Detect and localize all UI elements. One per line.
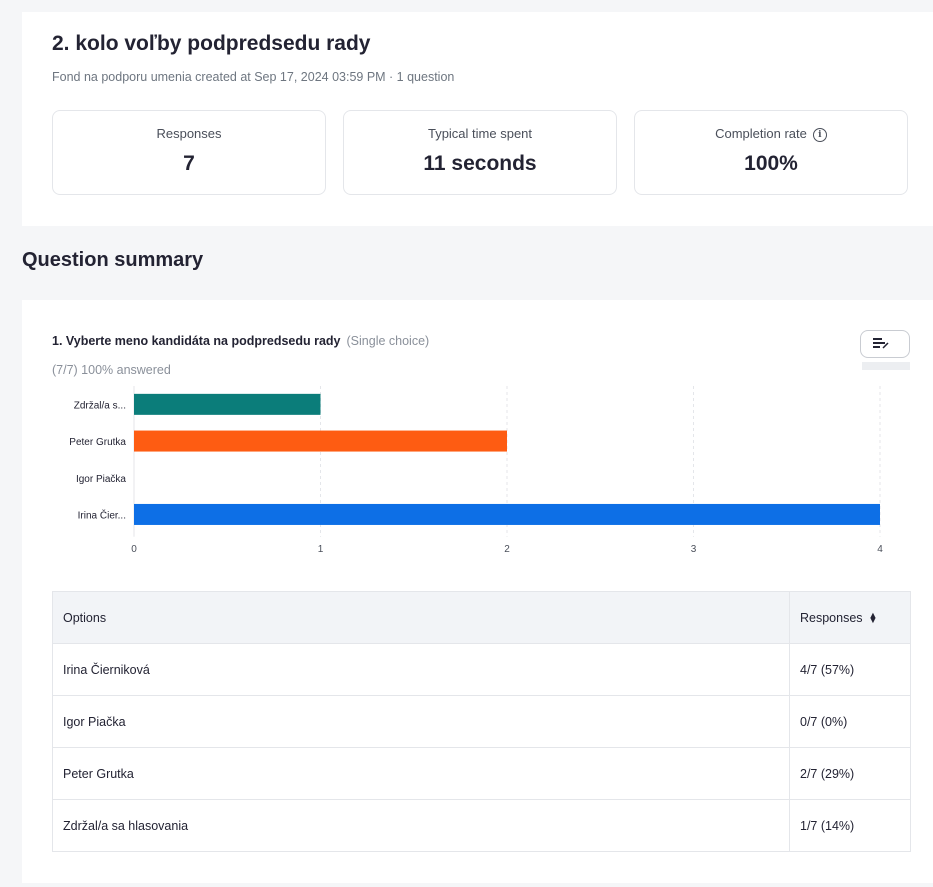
stat-completion-value: 100% xyxy=(744,152,798,175)
survey-header-card: 2. kolo voľby podpredsedu rady Fond na p… xyxy=(22,12,933,226)
chart-tick-labels: 0 1 2 3 4 xyxy=(131,544,883,555)
option-cell: Igor Piačka xyxy=(52,695,790,748)
chart-category-labels: Zdržal/a s... Peter Grutka Igor Piačka Irin… xyxy=(69,400,126,521)
stat-responses-label: Responses xyxy=(156,126,222,141)
response-cell: 4/7 (57%) xyxy=(789,643,911,696)
category-label: Zdržal/a s... xyxy=(74,400,126,411)
table-header-row: Options Responses ▲ ▼ xyxy=(52,591,911,644)
response-cell: 2/7 (29%) xyxy=(789,747,911,800)
x-tick-label: 2 xyxy=(504,544,510,555)
stat-responses-value: 7 xyxy=(183,152,195,175)
category-label: Igor Piačka xyxy=(76,474,126,485)
response-cell: 1/7 (14%) xyxy=(789,799,911,852)
options-table: Options Responses ▲ ▼ Irina Čierniková 4/7… xyxy=(52,591,911,852)
survey-title: 2. kolo voľby podpredsedu rady xyxy=(52,32,371,55)
sort-icon[interactable]: ▲ ▼ xyxy=(869,611,878,625)
category-label: Peter Grutka xyxy=(69,437,126,448)
table-row: Igor Piačka 0/7 (0%) xyxy=(52,695,911,748)
category-label: Irina Čier... xyxy=(78,508,126,521)
x-tick-label: 1 xyxy=(318,544,324,555)
response-cell: 0/7 (0%) xyxy=(789,695,911,748)
stat-time-value: 11 seconds xyxy=(423,152,537,175)
table-row: Zdržal/a sa hlasovania 1/7 (14%) xyxy=(52,799,911,852)
bar[interactable] xyxy=(134,430,507,452)
stat-time-card: Typical time spent 11 seconds xyxy=(343,110,617,195)
section-title: Question summary xyxy=(22,249,204,271)
option-cell: Peter Grutka xyxy=(52,747,790,800)
stat-responses-card: Responses 7 xyxy=(52,110,326,195)
info-icon[interactable]: i xyxy=(812,127,827,142)
x-tick-label: 3 xyxy=(691,544,697,555)
stat-completion-card: Completion rate i 100% xyxy=(634,110,908,195)
survey-subtitle: Fond na podporu umenia created at Sep 17… xyxy=(52,70,455,84)
x-tick-label: 0 xyxy=(131,544,137,555)
response-bar-chart: Zdržal/a s... Peter Grutka Igor Piačka Irin… xyxy=(69,386,883,555)
options-header: Options xyxy=(52,591,790,644)
responses-header-label: Responses xyxy=(800,610,863,625)
option-cell: Irina Čierniková xyxy=(52,643,790,696)
stat-completion-label-row: Completion rate i xyxy=(635,126,907,142)
stat-completion-label: Completion rate xyxy=(715,126,807,141)
option-cell: Zdržal/a sa hlasovania xyxy=(52,799,790,852)
table-row: Peter Grutka 2/7 (29%) xyxy=(52,747,911,800)
table-row: Irina Čierniková 4/7 (57%) xyxy=(52,643,911,696)
stat-time-label: Typical time spent xyxy=(427,126,533,141)
bar[interactable] xyxy=(134,503,880,525)
x-tick-label: 4 xyxy=(877,544,883,555)
bar[interactable] xyxy=(134,393,321,415)
responses-header[interactable]: Responses ▲ ▼ xyxy=(789,591,911,644)
